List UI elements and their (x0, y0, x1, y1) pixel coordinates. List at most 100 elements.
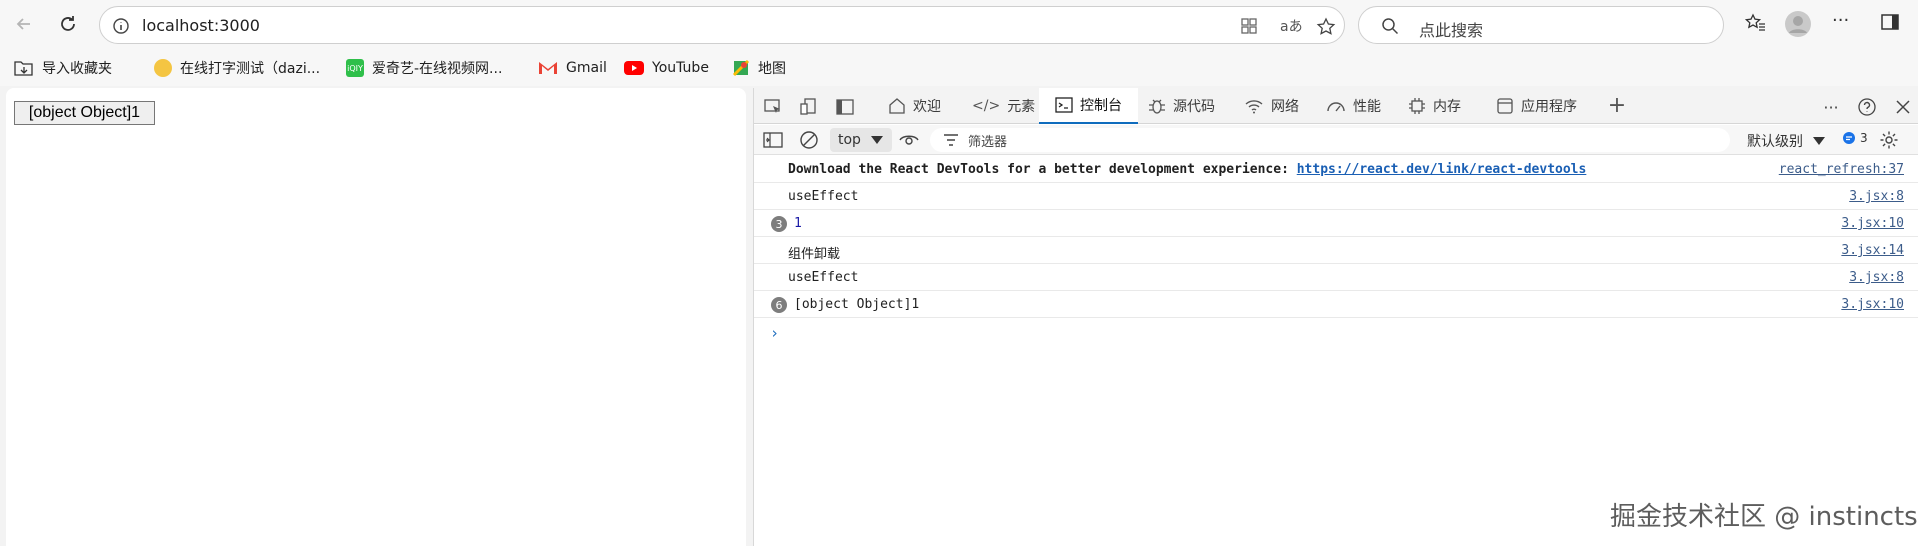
devtools-panel: 欢迎 </> 元素 控制台 源代码 网络 性能 内存 应用程序 + ··· to… (753, 88, 1918, 546)
home-icon (889, 98, 905, 114)
import-folder-icon (14, 61, 33, 76)
site-info-icon[interactable] (112, 17, 130, 39)
console-message: useEffect 3.jsx:8 (754, 183, 1918, 210)
search-box[interactable]: 点此搜索 (1358, 6, 1724, 44)
tab-label: 元素 (1007, 99, 1036, 115)
address-bar[interactable]: localhost:3000 aあ (99, 6, 1345, 44)
tab-memory[interactable]: 内存 (1398, 88, 1471, 124)
close-devtools-icon[interactable] (1892, 96, 1914, 118)
gauge-icon (1327, 102, 1345, 112)
console-message: Download the React DevTools for a better… (754, 156, 1918, 183)
add-tab-icon[interactable]: + (1606, 93, 1628, 118)
favorites-icon[interactable] (1744, 12, 1766, 38)
page-viewport: [object Object]1 (6, 88, 746, 546)
filter-placeholder: 筛选器 (968, 134, 1008, 150)
bookmark-label: YouTube (652, 60, 709, 76)
tab-application[interactable]: 应用程序 (1486, 88, 1587, 124)
console-filter-input[interactable]: 筛选器 (930, 128, 1730, 152)
more-options-icon[interactable]: ··· (1832, 10, 1849, 31)
bookmark-import[interactable]: 导入收藏夹 (14, 58, 112, 78)
console-icon (1055, 97, 1073, 113)
url-text: localhost:3000 (142, 16, 260, 35)
tab-console[interactable]: 控制台 (1039, 88, 1138, 124)
bookmark-gmail[interactable]: Gmail (538, 58, 607, 78)
tab-network[interactable]: 网络 (1234, 88, 1309, 124)
tab-label: 内存 (1433, 99, 1461, 115)
bookmark-label: Gmail (566, 60, 607, 76)
log-text: useEffect (788, 189, 859, 204)
source-link[interactable]: 3.jsx:14 (1841, 243, 1904, 258)
reload-button[interactable] (52, 8, 84, 40)
read-aloud-icon[interactable]: aあ (1280, 16, 1303, 36)
bookmark-maps[interactable]: 地图 (732, 58, 786, 78)
source-link[interactable]: 3.jsx:8 (1849, 189, 1904, 204)
bookmark-label: 在线打字测试（dazi... (180, 61, 321, 77)
log-level-select[interactable]: 默认级别 (1747, 131, 1825, 151)
devtools-tab-bar: 欢迎 </> 元素 控制台 源代码 网络 性能 内存 应用程序 + ··· (754, 88, 1918, 124)
code-icon: </> (972, 98, 1001, 114)
log-text: 组件卸载 (788, 247, 841, 262)
live-expression-eye-icon[interactable] (898, 129, 920, 151)
dazi-site-icon (154, 59, 172, 77)
console-settings-gear-icon[interactable] (1878, 129, 1900, 151)
source-link[interactable]: 3.jsx:10 (1841, 297, 1904, 312)
sidebar-toggle-icon[interactable] (1880, 12, 1900, 36)
context-value: top (838, 132, 861, 148)
repeat-count-badge: 6 (771, 297, 787, 313)
inspect-element-icon[interactable] (762, 96, 784, 118)
bookmark-dazi[interactable]: 在线打字测试（dazi... (154, 58, 320, 78)
console-toolbar: top 筛选器 默认级别 3 (754, 125, 1918, 155)
bug-icon (1149, 99, 1165, 114)
tab-welcome[interactable]: 欢迎 (878, 88, 951, 124)
issues-count: 3 (1860, 131, 1868, 145)
back-button[interactable] (8, 8, 40, 40)
help-icon[interactable] (1856, 96, 1878, 118)
bookmark-label: 导入收藏夹 (42, 61, 112, 77)
chip-icon (1409, 98, 1425, 114)
tab-label: 源代码 (1173, 99, 1215, 115)
log-prefix: Download the React DevTools for a better… (788, 162, 1297, 177)
apps-icon[interactable] (1240, 17, 1258, 39)
clear-console-icon[interactable] (798, 129, 820, 151)
dock-side-icon[interactable] (834, 96, 856, 118)
source-link[interactable]: 3.jsx:8 (1849, 270, 1904, 285)
tab-sources[interactable]: 源代码 (1138, 88, 1225, 124)
profile-avatar-icon[interactable] (1784, 10, 1812, 42)
tab-elements[interactable]: </> 元素 (962, 88, 1045, 124)
device-emulation-icon[interactable] (798, 96, 820, 118)
bookmarks-bar: 导入收藏夹 在线打字测试（dazi... iQIY 爱奇艺-在线视频网... G… (0, 50, 1918, 86)
iqiyi-icon: iQIY (346, 59, 364, 77)
gmail-icon (539, 62, 557, 74)
bookmark-label: 爱奇艺-在线视频网... (372, 61, 503, 77)
tab-performance[interactable]: 性能 (1316, 88, 1391, 124)
devtools-link[interactable]: https://react.dev/link/react-devtools (1297, 162, 1587, 177)
console-message: 组件卸载 3.jsx:14 (754, 237, 1918, 264)
more-tools-icon[interactable]: ··· (1820, 96, 1842, 118)
issues-counter[interactable]: 3 (1842, 131, 1868, 145)
log-text: [object Object]1 (794, 297, 920, 312)
console-prompt-row[interactable]: › (754, 318, 1918, 345)
console-message: 6 [object Object]1 3.jsx:10 (754, 291, 1918, 318)
console-message: useEffect 3.jsx:8 (754, 264, 1918, 291)
message-bubble-icon (1843, 132, 1855, 144)
context-select[interactable]: top (830, 128, 892, 152)
bookmark-iqiyi[interactable]: iQIY 爱奇艺-在线视频网... (346, 58, 502, 78)
source-link[interactable]: 3.jsx:10 (1841, 216, 1904, 231)
bookmark-label: 地图 (758, 61, 786, 77)
watermark: 掘金技术社区 @ instincts (1610, 502, 1918, 532)
dropdown-arrow-icon (870, 136, 883, 144)
console-log: Download the React DevTools for a better… (754, 156, 1918, 345)
console-sidebar-icon[interactable] (762, 129, 784, 151)
youtube-icon (624, 61, 644, 75)
browser-toolbar: localhost:3000 aあ 点此搜索 ··· (0, 0, 1918, 50)
repeat-count-badge: 3 (771, 216, 787, 232)
bookmark-youtube[interactable]: YouTube (624, 58, 709, 78)
log-level-value: 默认级别 (1747, 134, 1803, 150)
search-icon (1381, 17, 1399, 39)
source-link[interactable]: react_refresh:37 (1779, 162, 1904, 177)
tab-label: 应用程序 (1521, 99, 1577, 115)
object-button[interactable]: [object Object]1 (14, 101, 155, 125)
log-text: useEffect (788, 270, 859, 285)
back-arrow-icon (16, 18, 30, 30)
favorite-star-icon[interactable] (1316, 17, 1336, 41)
